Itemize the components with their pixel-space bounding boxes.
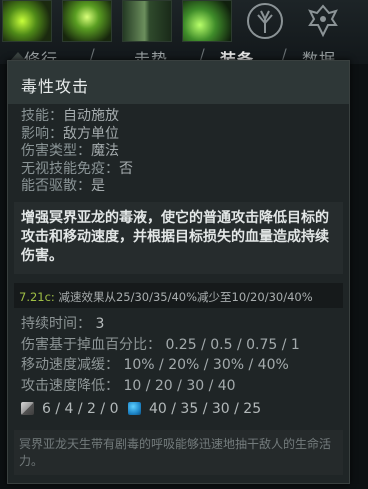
- tooltip-title-bar: 毒性攻击: [8, 61, 349, 104]
- property-row: 无视技能免疫：否: [21, 161, 133, 179]
- property-value: 魔法: [91, 143, 119, 159]
- stat-row: 攻击速度降低： 10 / 20 / 30 / 40: [21, 376, 300, 397]
- patch-note: 7.21c: 减速效果从25/30/35/40%减少至10/20/30/40%: [19, 289, 313, 305]
- property-row: 影响：敌方单位: [21, 126, 133, 144]
- aghanim-icon[interactable]: [300, 0, 346, 42]
- property-row: 伤害类型：魔法: [21, 143, 133, 161]
- lore-box: 冥界亚龙天生带有剧毒的呼吸能够迅速地抽干敌人的生命活力。: [14, 430, 343, 475]
- property-key: 能否驱散：: [21, 178, 91, 194]
- cooldown-icon: [21, 402, 34, 415]
- ability-lore: 冥界亚龙天生带有剧毒的呼吸能够迅速地抽干敌人的生命活力。: [19, 437, 332, 468]
- ability-3-icon[interactable]: [122, 0, 172, 42]
- stat-row: 伤害基于掉血百分比： 0.25 / 0.5 / 0.75 / 1: [21, 335, 300, 356]
- top-strip: 修行 / 走势 / 装备 / 数据: [0, 0, 368, 69]
- ability-title: 毒性攻击: [21, 77, 90, 96]
- ability-2-icon[interactable]: [62, 0, 112, 42]
- stat-key: 移动速度减缓：: [21, 357, 119, 373]
- ability-1-icon[interactable]: [2, 0, 52, 42]
- mana-cost-value: 40 / 35 / 30 / 25: [149, 401, 262, 417]
- stat-key: 攻击速度降低：: [21, 377, 119, 394]
- property-value: 自动施放: [63, 108, 119, 124]
- patch-version: 7.21c:: [19, 290, 55, 304]
- ability-stats: 持续时间： 3 伤害基于掉血百分比： 0.25 / 0.5 / 0.75 / 1…: [21, 314, 300, 396]
- ability-4-icon[interactable]: [182, 0, 232, 42]
- property-key: 伤害类型：: [21, 143, 91, 159]
- property-value: 敌方单位: [63, 125, 119, 142]
- stat-key: 持续时间：: [21, 316, 91, 332]
- stat-value: 0.25 / 0.5 / 0.75 / 1: [165, 336, 300, 353]
- description-box: 增强冥界亚龙的毒液，使它的普通攻击降低目标的攻击和移动速度，并根据目标损失的血量…: [14, 202, 343, 274]
- property-value: 否: [119, 160, 133, 177]
- property-value: 是: [91, 178, 105, 194]
- cooldown-value: 6 / 4 / 2 / 0: [42, 401, 119, 417]
- stat-row: 移动速度减缓： 10% / 20% / 30% / 40%: [21, 355, 300, 376]
- ability-properties: 技能：自动施放 影响：敌方单位 伤害类型：魔法 无视技能免疫：否 能否驱散：是: [21, 108, 133, 196]
- property-key: 无视技能免疫：: [21, 160, 119, 177]
- ability-costs: 6 / 4 / 2 / 0 40 / 35 / 30 / 25: [21, 401, 341, 419]
- ability-tooltip: 毒性攻击 技能：自动施放 影响：敌方单位 伤害类型：魔法 无视技能免疫：否 能否…: [7, 60, 350, 484]
- patch-note-box: 7.21c: 减速效果从25/30/35/40%减少至10/20/30/40%: [14, 283, 343, 308]
- stat-value: 10% / 20% / 30% / 40%: [123, 357, 289, 373]
- talent-tree-icon[interactable]: [242, 0, 288, 42]
- property-key: 影响：: [21, 125, 63, 142]
- patch-note-text: 减速效果从25/30/35/40%减少至10/20/30/40%: [58, 290, 313, 304]
- stat-row: 持续时间： 3: [21, 314, 300, 335]
- property-key: 技能：: [21, 108, 63, 124]
- stat-value: 10 / 20 / 30 / 40: [123, 377, 236, 394]
- stat-key: 伤害基于掉血百分比：: [21, 336, 161, 353]
- ability-description: 增强冥界亚龙的毒液，使它的普通攻击降低目标的攻击和移动速度，并根据目标损失的血量…: [21, 210, 329, 264]
- mana-icon: [128, 402, 141, 415]
- stat-value: 3: [95, 316, 105, 332]
- property-row: 能否驱散：是: [21, 178, 133, 196]
- property-row: 技能：自动施放: [21, 108, 133, 126]
